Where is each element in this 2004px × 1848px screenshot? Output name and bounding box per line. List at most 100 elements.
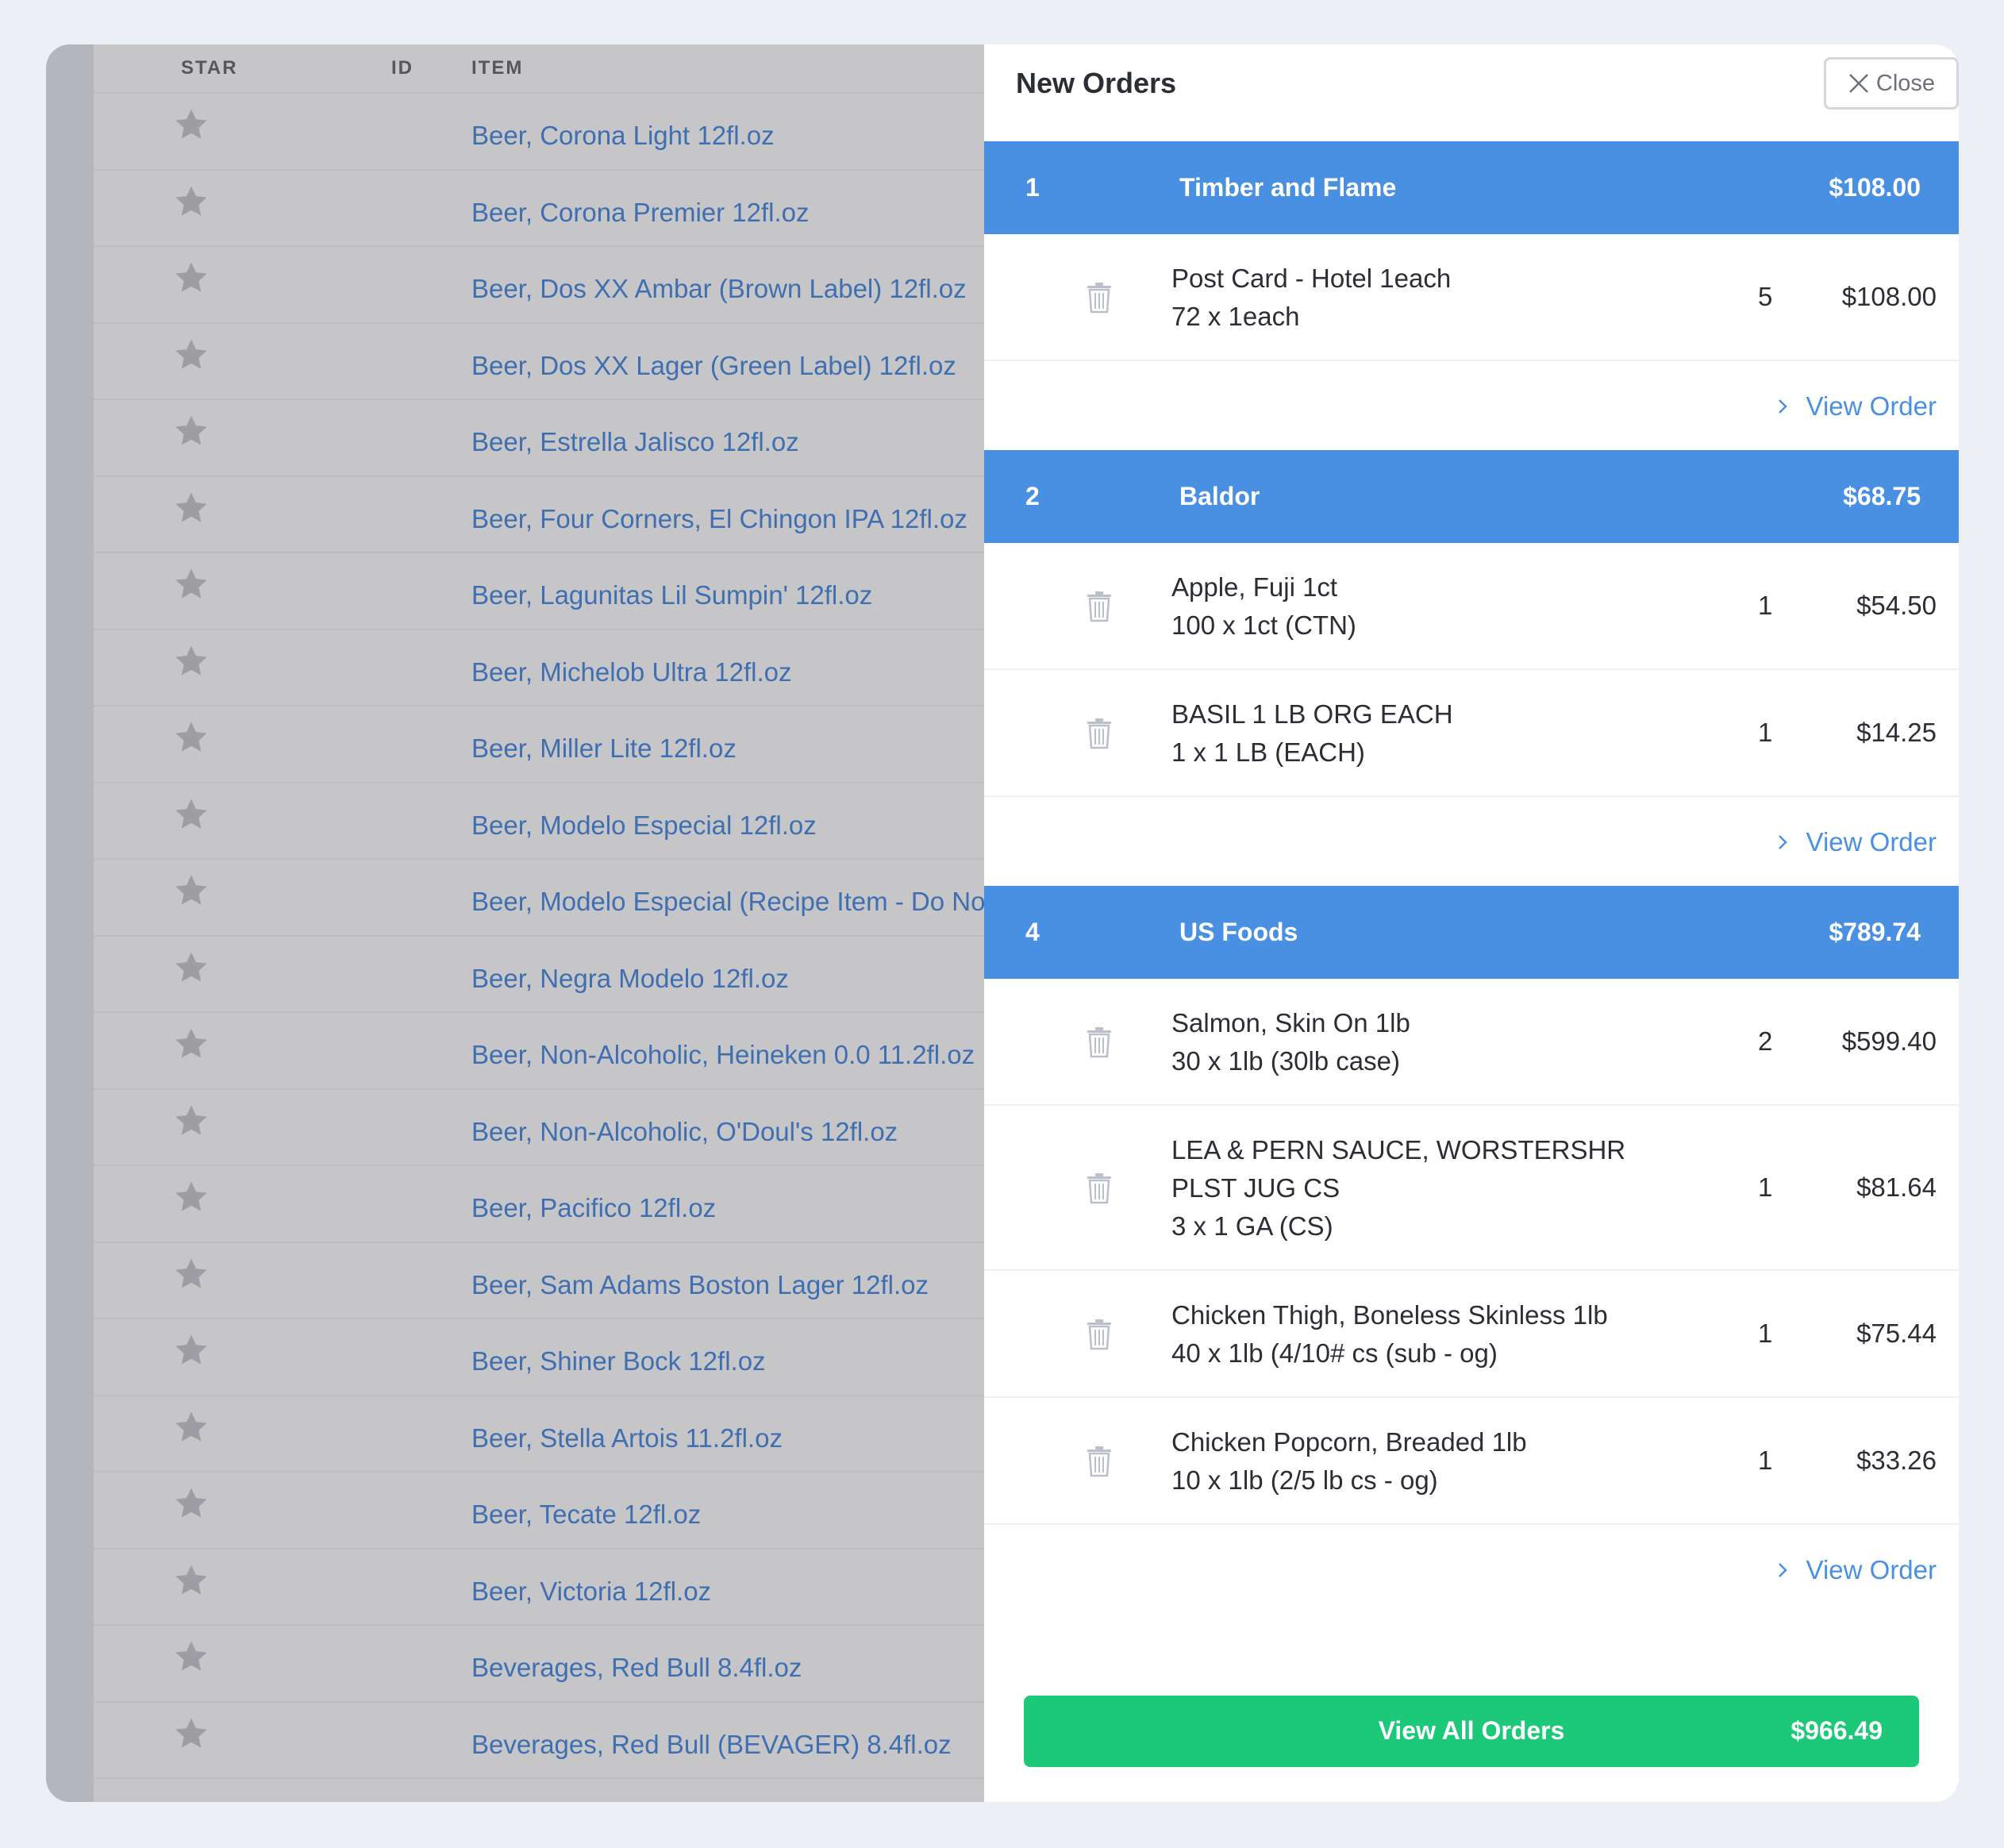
item-name-link[interactable]: Beverages, Red Bull 8.4fl.oz [471,1653,802,1683]
column-header-star[interactable]: STAR [181,57,238,79]
item-description: Salmon, Skin On 1lb 30 x 1lb (30lb case) [1171,1004,1410,1080]
item-price: $54.50 [1856,591,1937,620]
vendor-number: 2 [1025,482,1040,510]
trash-icon[interactable] [1086,1026,1113,1058]
trash-icon[interactable] [1086,1172,1113,1204]
star-icon[interactable] [173,1409,210,1446]
star-icon[interactable] [173,490,210,526]
item-name-link[interactable]: Beer, Pacifico 12fl.oz [471,1193,716,1223]
item-quantity: 1 [1758,718,1773,747]
orders-list: 1 Timber and Flame $108.00 Post Card - Hote… [984,141,1959,1614]
star-icon[interactable] [173,566,210,603]
trash-icon[interactable] [1086,1319,1113,1350]
panel-header: New Orders Close [984,44,1959,141]
item-price: $33.26 [1856,1446,1937,1475]
star-icon[interactable] [173,1179,210,1215]
item-description-line: 3 x 1 GA (CS) [1171,1211,1333,1241]
table-row: Beverages, Red Bull 8.4fl.oz [94,1626,1032,1703]
item-name-link[interactable]: Beer, Four Corners, El Chingon IPA 12fl.… [471,504,967,534]
vendor-header: 4 US Foods $789.74 [984,886,1959,979]
order-line-item: Chicken Thigh, Boneless Skinless 1lb 40 x… [984,1271,1959,1398]
view-order-link[interactable]: View Order [1776,827,1937,857]
star-icon[interactable] [173,796,210,833]
app-window: STAR ID ITEM Beer, Corona Light 12fl.oz B… [46,44,1959,1802]
table-row: Beer, Stella Artois 11.2fl.oz [94,1396,1032,1473]
item-description: Chicken Thigh, Boneless Skinless 1lb 40 x… [1171,1296,1608,1373]
table-row: Beer, Tecate 12fl.oz [94,1473,1032,1550]
trash-icon[interactable] [1086,718,1113,749]
trash-icon[interactable] [1086,591,1113,622]
star-icon[interactable] [173,337,210,373]
chevron-right-icon [1778,835,1787,849]
item-price: $108.00 [1841,282,1937,311]
item-name-link[interactable]: Beer, Sam Adams Boston Lager 12fl.oz [471,1270,929,1300]
star-icon[interactable] [173,872,210,909]
vendor-header: 2 Baldor $68.75 [984,450,1959,543]
star-icon[interactable] [173,260,210,296]
item-name-link[interactable]: Beer, Miller Lite 12fl.oz [471,733,737,764]
new-orders-panel: New Orders Close 1 Timber and Flame $108.0… [984,44,1959,1802]
item-name-link[interactable]: Beer, Dos XX Ambar (Brown Label) 12fl.oz [471,274,967,304]
trash-icon[interactable] [1086,282,1113,314]
item-quantity: 1 [1758,1446,1773,1475]
table-row: Beer, Victoria 12fl.oz [94,1550,1032,1626]
star-icon[interactable] [173,719,210,756]
star-icon[interactable] [173,643,210,680]
table-row: Beer, Negra Modelo 12fl.oz [94,937,1032,1013]
close-icon [1849,74,1868,93]
items-table: STAR ID ITEM Beer, Corona Light 12fl.oz B… [94,44,1032,1802]
view-order-row: View Order [984,797,1959,886]
item-name-link[interactable]: Beer, Corona Light 12fl.oz [471,121,775,151]
item-description: Post Card - Hotel 1each 72 x 1each [1171,260,1451,336]
item-name-link[interactable]: Beer, Dos XX Lager (Green Label) 12fl.oz [471,351,956,381]
item-description-line: Chicken Thigh, Boneless Skinless 1lb [1171,1300,1608,1330]
item-name-link[interactable]: Beer, Stella Artois 11.2fl.oz [471,1423,783,1453]
item-name-link[interactable]: Beverages, Red Bull (BEVAGER) 8.4fl.oz [471,1730,952,1760]
column-header-item[interactable]: ITEM [471,57,523,79]
item-price: $81.64 [1856,1172,1937,1202]
item-name-link[interactable]: Beer, Tecate 12fl.oz [471,1500,701,1530]
item-name-link[interactable]: Beer, Modelo Especial 12fl.oz [471,810,817,841]
close-button[interactable]: Close [1824,57,1959,110]
star-icon[interactable] [173,1256,210,1292]
item-name-link[interactable]: Beer, Corona Premier 12fl.oz [471,198,810,228]
item-description-line: 10 x 1lb (2/5 lb cs - og) [1171,1465,1438,1495]
item-name-link[interactable]: Beer, Victoria 12fl.oz [471,1577,711,1607]
item-name-link[interactable]: Beer, Non-Alcoholic, Heineken 0.0 11.2fl… [471,1040,975,1070]
item-name-link[interactable]: Beer, Lagunitas Lil Sumpin' 12fl.oz [471,580,872,610]
star-icon[interactable] [173,1562,210,1599]
star-icon[interactable] [173,1103,210,1139]
item-description: BASIL 1 LB ORG EACH 1 x 1 LB (EACH) [1171,695,1453,772]
table-header: STAR ID ITEM [94,44,1032,94]
item-name-link[interactable]: Beer, Modelo Especial (Recipe Item - Do … [471,887,1032,917]
table-row: Beer, Corona Premier 12fl.oz [94,171,1032,247]
view-order-link[interactable]: View Order [1776,391,1937,422]
item-description: Chicken Popcorn, Breaded 1lb 10 x 1lb (2/… [1171,1423,1527,1500]
item-price: $14.25 [1856,718,1937,747]
star-icon[interactable] [173,183,210,220]
table-body: Beer, Corona Light 12fl.oz Beer, Corona P… [94,94,1032,1779]
star-icon[interactable] [173,413,210,449]
item-name-link[interactable]: Beer, Michelob Ultra 12fl.oz [471,657,792,687]
item-name-link[interactable]: Beer, Non-Alcoholic, O'Doul's 12fl.oz [471,1117,898,1147]
star-icon[interactable] [173,1026,210,1062]
vendor-total: $789.74 [1829,918,1921,946]
view-order-label: View Order [1806,827,1937,857]
star-icon[interactable] [173,1638,210,1675]
item-description-line: Chicken Popcorn, Breaded 1lb [1171,1427,1527,1457]
trash-icon[interactable] [1086,1446,1113,1477]
star-icon[interactable] [173,1715,210,1752]
table-row: Beer, Modelo Especial 12fl.oz [94,783,1032,860]
star-icon[interactable] [173,106,210,143]
item-name-link[interactable]: Beer, Shiner Bock 12fl.oz [471,1346,766,1376]
view-order-link[interactable]: View Order [1776,1555,1937,1585]
item-name-link[interactable]: Beer, Negra Modelo 12fl.oz [471,964,789,994]
star-icon[interactable] [173,949,210,986]
item-name-link[interactable]: Beer, Estrella Jalisco 12fl.oz [471,427,799,457]
view-all-orders-button[interactable]: View All Orders $966.49 [1024,1696,1919,1767]
table-row: Beer, Non-Alcoholic, Heineken 0.0 11.2fl… [94,1013,1032,1090]
star-icon[interactable] [173,1332,210,1369]
star-icon[interactable] [173,1485,210,1522]
item-quantity: 1 [1758,1172,1773,1202]
column-header-id[interactable]: ID [391,57,413,79]
